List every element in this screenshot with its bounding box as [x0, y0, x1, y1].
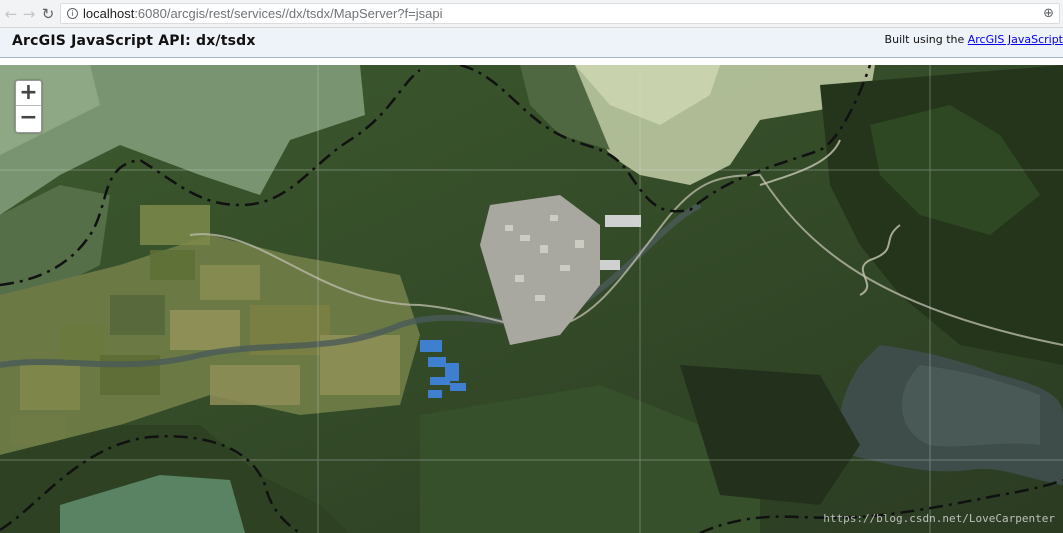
forward-arrow-icon[interactable]: →	[20, 5, 38, 23]
url-text: localhost:6080/arcgis/rest/services//dx/…	[83, 6, 443, 21]
zoom-out-button[interactable]: −	[16, 106, 41, 131]
page-header: ArcGIS JavaScript API: dx/tsdx Built usi…	[0, 28, 1063, 58]
back-arrow-icon[interactable]: ←	[2, 5, 20, 23]
page-title: ArcGIS JavaScript API: dx/tsdx	[12, 33, 256, 49]
info-icon[interactable]: i	[67, 8, 78, 19]
zoom-control: + −	[15, 80, 42, 133]
built-with-text: Built using the ArcGIS JavaScript	[884, 33, 1063, 46]
address-bar[interactable]: i localhost:6080/arcgis/rest/services//d…	[60, 3, 1060, 24]
map-view[interactable]: + − https://blog.csdn.net/LoveCarpenter	[0, 65, 1063, 533]
browser-toolbar: ← → ↻ i localhost:6080/arcgis/rest/servi…	[0, 0, 1063, 28]
magnifier-icon[interactable]: ⊕	[1043, 6, 1054, 21]
reload-icon[interactable]: ↻	[39, 5, 57, 23]
arcgis-link[interactable]: ArcGIS JavaScript	[968, 33, 1063, 46]
zoom-in-button[interactable]: +	[16, 81, 41, 106]
watermark: https://blog.csdn.net/LoveCarpenter	[823, 512, 1055, 525]
satellite-imagery	[0, 65, 1063, 533]
